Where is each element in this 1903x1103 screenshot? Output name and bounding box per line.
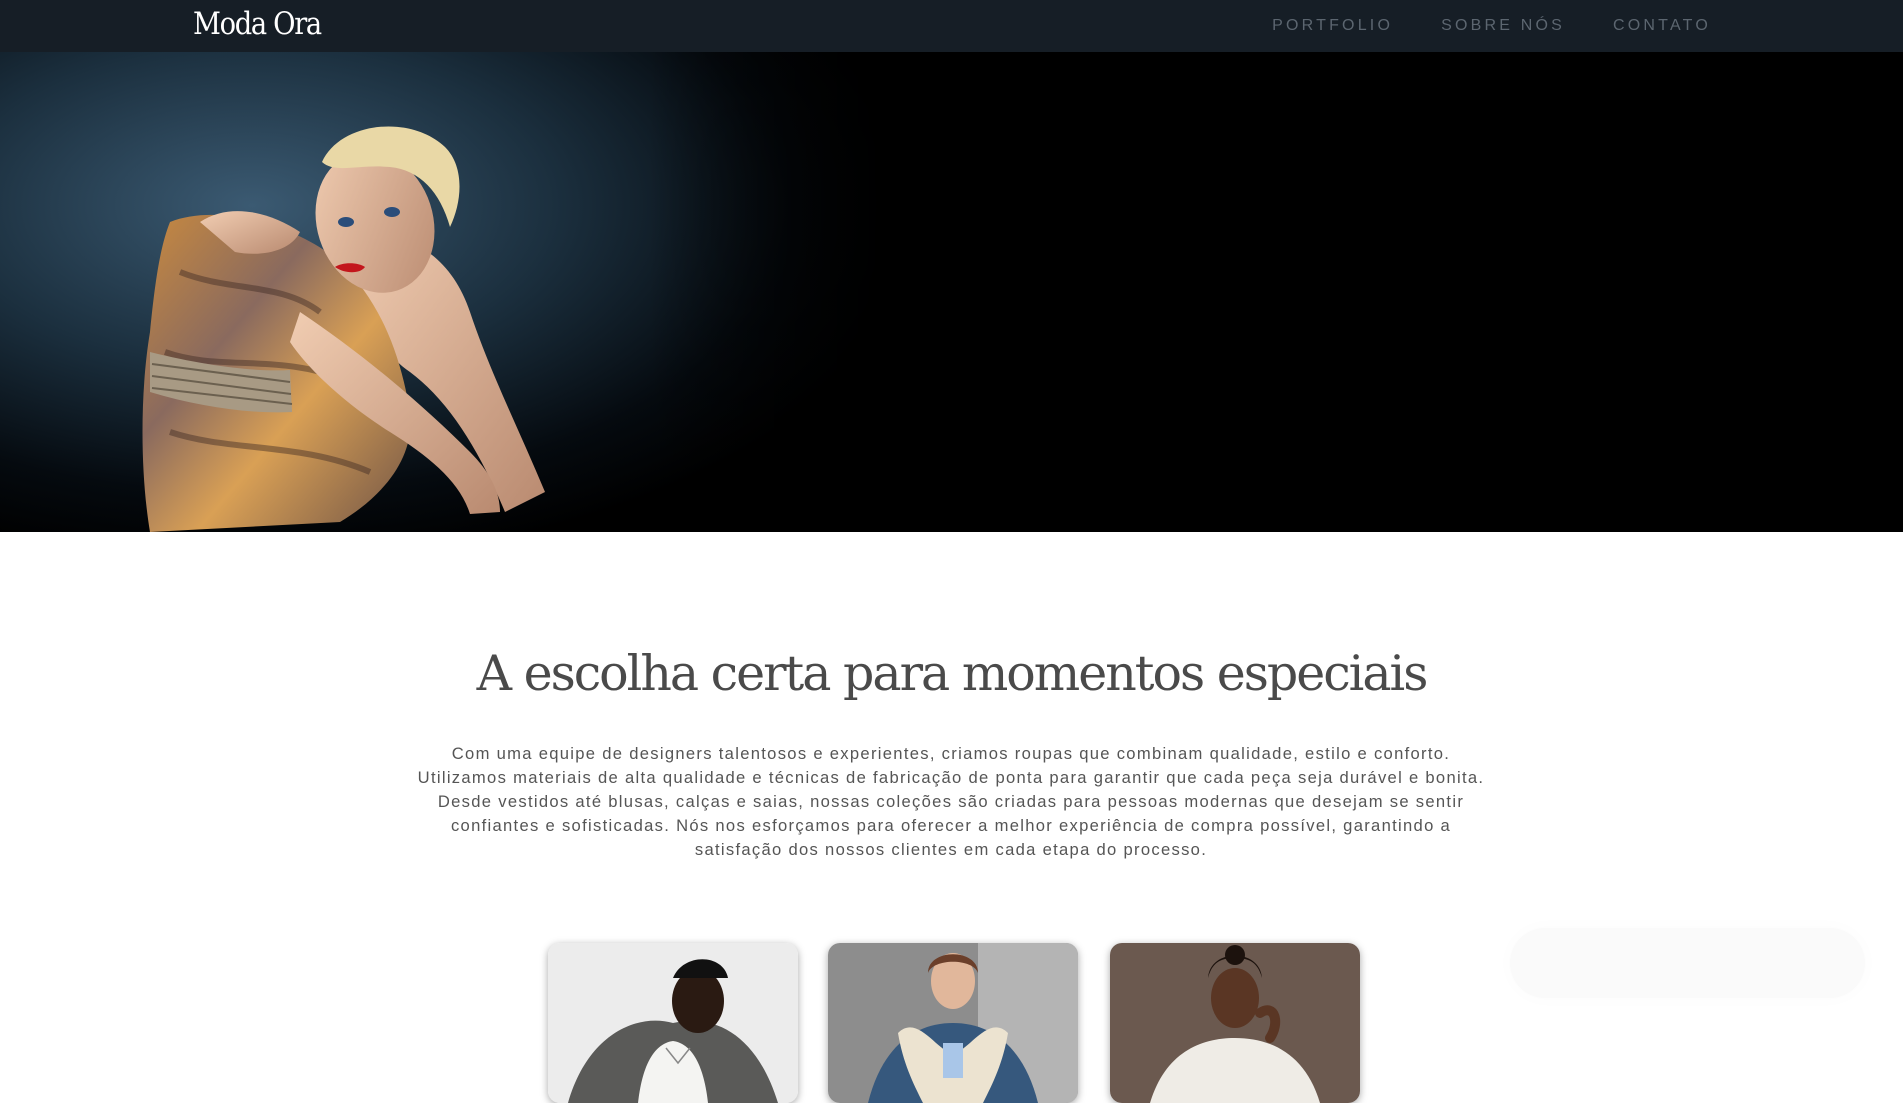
portfolio-card-3[interactable]	[1110, 943, 1360, 1103]
brand-logo[interactable]: Moda Ora	[193, 6, 322, 42]
nav-links: PORTFOLIO SOBRE NÓS CONTATO	[1224, 17, 1711, 35]
nav-link-contato[interactable]: CONTATO	[1613, 17, 1711, 35]
portfolio-card-1[interactable]	[548, 943, 798, 1103]
hero-image	[0, 52, 900, 532]
man-in-blazer-image	[548, 943, 798, 1103]
section-title: A escolha certa para momentos especiais	[476, 645, 1429, 702]
navbar: Moda Ora PORTFOLIO SOBRE NÓS CONTATO	[0, 0, 1903, 52]
portfolio-card-2[interactable]	[828, 943, 1078, 1103]
nav-link-sobre-nos[interactable]: SOBRE NÓS	[1441, 17, 1565, 35]
woman-in-fur-jacket-image	[828, 943, 1078, 1103]
woman-in-white-shirt-image	[1110, 943, 1360, 1103]
nav-link-portfolio[interactable]: PORTFOLIO	[1272, 17, 1393, 35]
intro-paragraph: Com uma equipe de designers talentosos e…	[417, 744, 1485, 859]
chat-widget-bubble[interactable]	[1510, 928, 1865, 998]
hero-banner	[0, 52, 1903, 532]
